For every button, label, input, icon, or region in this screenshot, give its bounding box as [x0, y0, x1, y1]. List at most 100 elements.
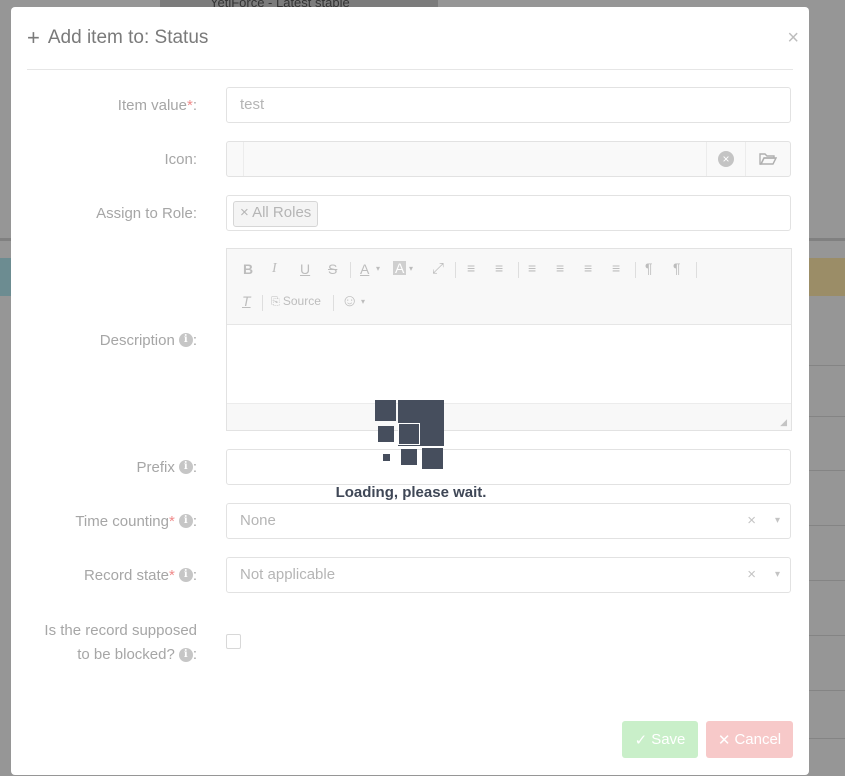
loading-text: Loading, please wait. — [335, 484, 487, 501]
modal-title: + Add item to: Status — [27, 27, 208, 49]
toolbar-separator — [262, 295, 263, 311]
cancel-button[interactable]: ✕ Cancel — [706, 721, 793, 758]
toolbar-separator — [696, 262, 697, 278]
align-center-button[interactable]: ≡ — [556, 260, 564, 276]
label-colon: : — [192, 646, 197, 663]
is-blocked-label-line2: to be blocked? — [77, 646, 175, 663]
loader-square — [383, 454, 390, 461]
description-editor[interactable]: B I U S A ▾ A ▾ ⤢ ≡ ≡ ≡ ≡ ≡ ≡ ¶ ¶ T ⎘ So — [226, 248, 792, 431]
role-tag-all-roles[interactable]: × All Roles — [233, 201, 319, 227]
underline-button[interactable]: U — [300, 261, 310, 277]
prefix-input[interactable] — [226, 449, 791, 485]
required-marker: * — [168, 566, 175, 584]
time-counting-value: None — [240, 512, 276, 529]
assign-role-select[interactable]: × All Roles — [226, 195, 791, 231]
label-colon: : — [192, 331, 197, 349]
emoji-icon[interactable]: ☺ — [341, 291, 358, 311]
time-counting-select[interactable]: None × ▾ — [226, 503, 791, 539]
align-right-button[interactable]: ≡ — [584, 260, 592, 276]
record-state-label: Record state * i: — [84, 565, 197, 585]
bulleted-list-button[interactable]: ≡ — [495, 260, 503, 276]
editor-status-bar: ◢ — [227, 403, 791, 430]
item-value-text: test — [240, 96, 265, 113]
toolbar-separator — [455, 262, 456, 278]
item-value-input[interactable]: test — [226, 87, 791, 123]
loader-square — [399, 424, 419, 444]
align-left-button[interactable]: ≡ — [528, 260, 536, 276]
cancel-button-label: Cancel — [734, 731, 782, 748]
prefix-label-text: Prefix — [136, 458, 175, 476]
icon-field[interactable]: × — [226, 141, 791, 177]
chevron-down-icon[interactable]: ▾ — [775, 558, 780, 592]
editor-toolbar: B I U S A ▾ A ▾ ⤢ ≡ ≡ ≡ ≡ ≡ ≡ ¶ ¶ T ⎘ So — [227, 249, 791, 325]
save-button[interactable]: ✓ Save — [622, 721, 698, 758]
save-button-label: Save — [651, 731, 686, 748]
italic-button[interactable]: I — [272, 261, 277, 277]
toolbar-separator — [350, 262, 351, 278]
assign-role-label: Assign to Role: — [96, 203, 197, 223]
rtl-button[interactable]: ¶ — [673, 260, 681, 276]
info-icon[interactable]: i — [178, 568, 193, 582]
remove-format-button[interactable]: T — [242, 293, 251, 309]
chevron-down-icon: ▾ — [361, 297, 366, 306]
loader-square — [375, 400, 396, 421]
record-state-value: Not applicable — [240, 566, 336, 583]
loader-square — [422, 448, 443, 469]
text-color-button[interactable]: A — [360, 261, 369, 277]
source-label: Source — [282, 294, 321, 308]
record-state-label-text: Record state — [83, 566, 169, 584]
resize-handle-icon[interactable]: ◢ — [780, 417, 787, 428]
bold-button[interactable]: B — [243, 261, 253, 277]
numbered-list-button[interactable]: ≡ — [467, 260, 475, 276]
folder-open-icon — [759, 153, 777, 165]
required-marker: * — [168, 512, 175, 530]
label-colon: : — [192, 96, 197, 114]
label-colon: : — [192, 512, 197, 530]
label-colon: : — [192, 458, 197, 476]
description-label-text: Description — [99, 331, 175, 349]
icon-label: Icon: — [164, 149, 197, 169]
item-value-label: Item value *: — [118, 95, 197, 115]
time-counting-label-text: Time counting — [75, 512, 169, 530]
chevron-down-icon[interactable]: ▾ — [775, 504, 780, 538]
is-blocked-label-line1: Is the record supposed — [44, 622, 197, 639]
info-icon[interactable]: i — [178, 333, 193, 347]
label-colon: : — [192, 566, 197, 584]
assign-role-label-text: Assign to Role: — [96, 204, 197, 222]
record-state-select[interactable]: Not applicable × ▾ — [226, 557, 791, 593]
item-value-label-text: Item value — [117, 96, 187, 114]
check-icon: ✓ — [634, 731, 648, 749]
time-counting-label: Time counting * i: — [75, 511, 197, 531]
icon-clear-button[interactable]: × — [706, 142, 745, 176]
toolbar-separator — [333, 295, 334, 311]
loading-spinner-icon — [375, 400, 445, 470]
is-blocked-checkbox[interactable] — [226, 634, 241, 649]
description-label: Description i: — [100, 330, 197, 350]
chevron-down-icon: ▾ — [409, 264, 414, 273]
chevron-down-icon: ▾ — [376, 264, 381, 273]
clear-icon[interactable]: × — [747, 504, 756, 538]
justify-button[interactable]: ≡ — [612, 260, 620, 276]
close-icon[interactable]: × — [787, 27, 799, 50]
info-icon[interactable]: i — [178, 648, 193, 662]
icon-input[interactable] — [244, 142, 706, 176]
toolbar-separator — [518, 262, 519, 278]
loader-square — [378, 426, 394, 442]
modal-header: + Add item to: Status × — [27, 7, 799, 70]
plus-icon: + — [27, 25, 40, 50]
toolbar-separator — [635, 262, 636, 278]
icon-label-text: Icon: — [164, 150, 197, 168]
modal-title-text: Add item to: Status — [47, 27, 209, 48]
source-icon: ⎘ — [271, 296, 283, 308]
info-icon[interactable]: i — [178, 514, 193, 528]
icon-browse-button[interactable] — [745, 142, 790, 176]
source-button[interactable]: ⎘ Source — [271, 294, 321, 309]
background-color-button[interactable]: A — [393, 261, 407, 275]
info-icon[interactable]: i — [178, 460, 193, 474]
maximize-button[interactable]: ⤢ — [432, 260, 444, 277]
strikethrough-button[interactable]: S — [328, 261, 337, 277]
is-blocked-label-line2-row: to be blocked? i: — [44, 643, 197, 667]
clear-icon[interactable]: × — [747, 558, 756, 592]
icon-preview — [227, 142, 244, 176]
ltr-button[interactable]: ¶ — [645, 260, 653, 276]
